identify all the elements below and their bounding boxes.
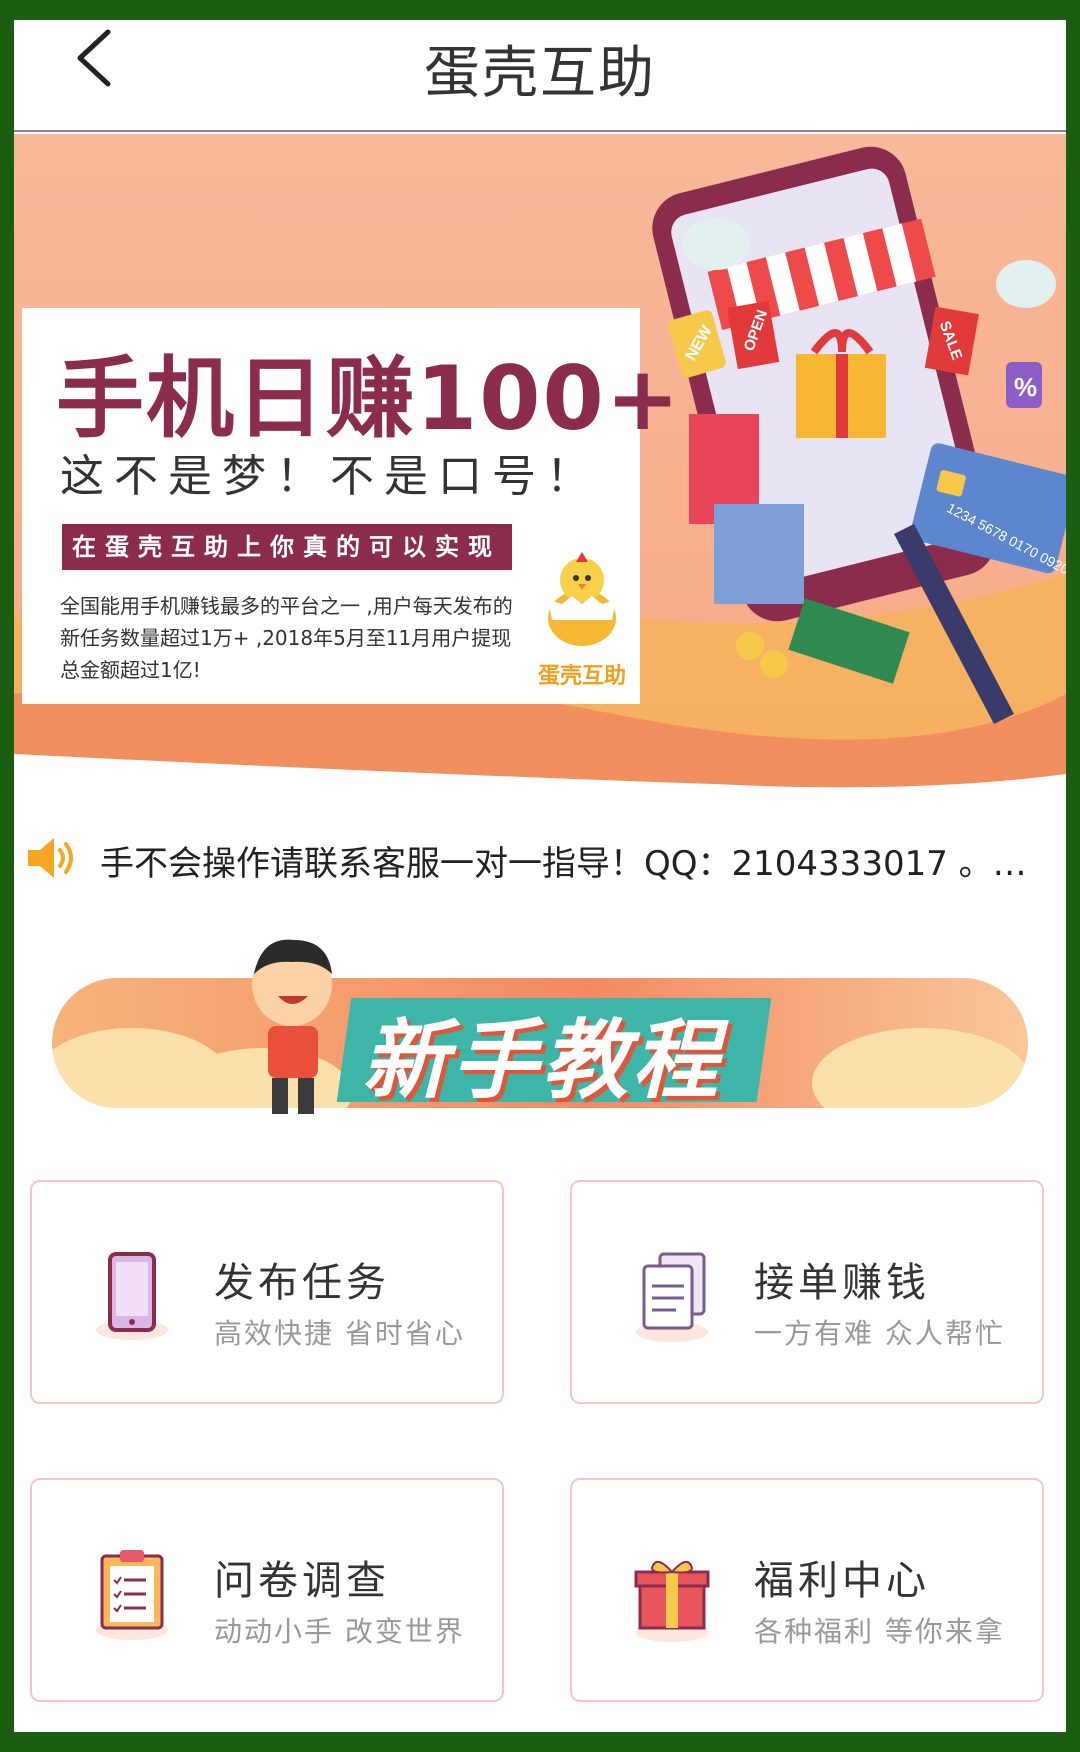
- notice-text: 手不会操作请联系客服一对一指导！QQ：2104333017 。…: [100, 844, 1027, 884]
- card-publish-task[interactable]: 发布任务 高效快捷 省时省心: [30, 1180, 504, 1404]
- documents-icon: [636, 1252, 708, 1342]
- card-desc: 高效快捷 省时省心: [214, 1317, 465, 1350]
- tutorial-banner[interactable]: 新手教程: [52, 930, 1028, 1120]
- percent-tag: %: [1014, 372, 1037, 402]
- tutorial-title: 新手教程: [362, 1011, 722, 1111]
- promo-subline: 这不是梦！不是口号！: [60, 451, 600, 502]
- promo-strip: 在蛋壳互助上你真的可以实现: [62, 524, 512, 570]
- promo-headline: 手机日赚100+: [56, 347, 682, 450]
- notice-bar[interactable]: 手不会操作请联系客服一对一指导！QQ：2104333017 。…: [14, 820, 1066, 900]
- card-survey[interactable]: 问卷调查 动动小手 改变世界: [30, 1478, 504, 1702]
- clipboard-icon: [96, 1550, 168, 1640]
- card-desc: 一方有难 众人帮忙: [754, 1317, 1005, 1350]
- brand-mascot: 蛋壳互助: [532, 540, 632, 690]
- card-title: 福利中心: [754, 1558, 930, 1604]
- promo-description: 全国能用手机赚钱最多的平台之一 ,用户每天发布的新任务数量超过1万+ ,2018…: [60, 594, 513, 682]
- card-title: 问卷调查: [214, 1558, 390, 1604]
- card-desc: 各种福利 等你来拿: [754, 1615, 1005, 1648]
- cloud-decoration: [812, 1028, 1028, 1108]
- chick-egg-icon: [548, 552, 616, 646]
- page-title: 蛋壳互助: [424, 41, 656, 106]
- brand-label: 蛋壳互助: [537, 664, 626, 689]
- gift-icon: [634, 1561, 710, 1642]
- boy-mascot-icon: [252, 939, 332, 1114]
- card-welfare-center[interactable]: 福利中心 各种福利 等你来拿: [570, 1478, 1044, 1702]
- phone-icon: [96, 1252, 168, 1340]
- promo-banner[interactable]: NEW OPEN SALE % 1234 5678 0170 0920 手机日赚…: [14, 134, 1066, 806]
- card-desc: 动动小手 改变世界: [214, 1615, 465, 1648]
- card-title: 接单赚钱: [754, 1260, 930, 1306]
- speaker-icon: [28, 838, 73, 878]
- card-title: 发布任务: [214, 1260, 390, 1306]
- app-screen: 蛋壳互助 NEW OPEN SALE % 1234 5678 0170 0920…: [14, 20, 1066, 1732]
- promo-card: 手机日赚100+ 这不是梦！不是口号！ 在蛋壳互助上你真的可以实现 全国能用手机…: [22, 308, 679, 704]
- card-accept-orders[interactable]: 接单赚钱 一方有难 众人帮忙: [570, 1180, 1044, 1404]
- nav-header: 蛋壳互助: [14, 20, 1066, 132]
